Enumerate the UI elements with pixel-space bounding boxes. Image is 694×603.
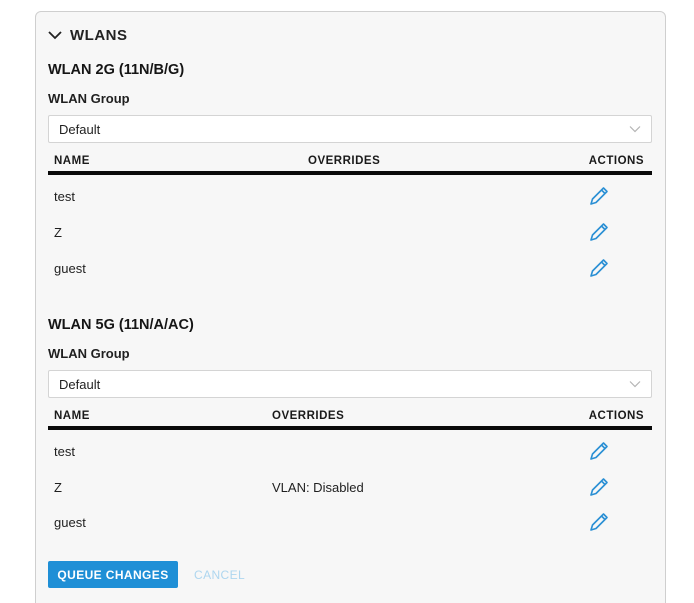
wlan-group-label-2g: WLAN Group <box>48 91 130 106</box>
row-name: test <box>54 189 75 204</box>
row-name: test <box>54 444 75 459</box>
table-row: Z VLAN: Disabled <box>48 470 652 506</box>
table-row: test <box>48 179 652 215</box>
column-header-overrides: OVERRIDES <box>272 410 345 422</box>
table-header-2g: NAME OVERRIDES ACTIONS <box>48 151 652 175</box>
row-overrides: VLAN: Disabled <box>272 480 364 495</box>
wlan-group-select-5g[interactable]: Default <box>48 370 652 398</box>
column-header-overrides: OVERRIDES <box>308 155 381 167</box>
chevron-down-icon[interactable] <box>48 30 62 40</box>
chevron-down-icon <box>629 126 641 133</box>
column-header-name: NAME <box>54 410 90 422</box>
wlans-panel: WLANS WLAN 2G (11N/B/G) WLAN Group Defau… <box>35 11 666 603</box>
wlan-group-select-value: Default <box>59 121 101 137</box>
pencil-icon[interactable] <box>588 440 610 462</box>
table-row: test <box>48 434 652 470</box>
row-name: guest <box>54 261 86 276</box>
pencil-icon[interactable] <box>588 511 610 533</box>
panel-title: WLANS <box>70 26 128 44</box>
pencil-icon[interactable] <box>588 185 610 207</box>
row-name: Z <box>54 480 62 495</box>
wlan-group-label-5g: WLAN Group <box>48 346 130 361</box>
queue-changes-button[interactable]: QUEUE CHANGES <box>48 561 178 588</box>
table-header-5g: NAME OVERRIDES ACTIONS <box>48 406 652 430</box>
row-name: Z <box>54 225 62 240</box>
section-title-5g: WLAN 5G (11N/A/AC) <box>48 317 194 333</box>
row-name: guest <box>54 515 86 530</box>
wlan-group-select-2g[interactable]: Default <box>48 115 652 143</box>
pencil-icon[interactable] <box>588 476 610 498</box>
pencil-icon[interactable] <box>588 257 610 279</box>
table-row: Z <box>48 215 652 251</box>
table-row: guest <box>48 505 652 541</box>
wlan-group-select-value: Default <box>59 376 101 392</box>
table-row: guest <box>48 251 652 287</box>
wlans-panel-header[interactable]: WLANS <box>48 24 128 46</box>
pencil-icon[interactable] <box>588 221 610 243</box>
cancel-button[interactable]: CANCEL <box>194 561 245 588</box>
section-title-2g: WLAN 2G (11N/B/G) <box>48 62 185 78</box>
column-header-actions: ACTIONS <box>588 410 644 422</box>
column-header-name: NAME <box>54 155 90 167</box>
chevron-down-icon <box>629 381 641 388</box>
column-header-actions: ACTIONS <box>588 155 644 167</box>
